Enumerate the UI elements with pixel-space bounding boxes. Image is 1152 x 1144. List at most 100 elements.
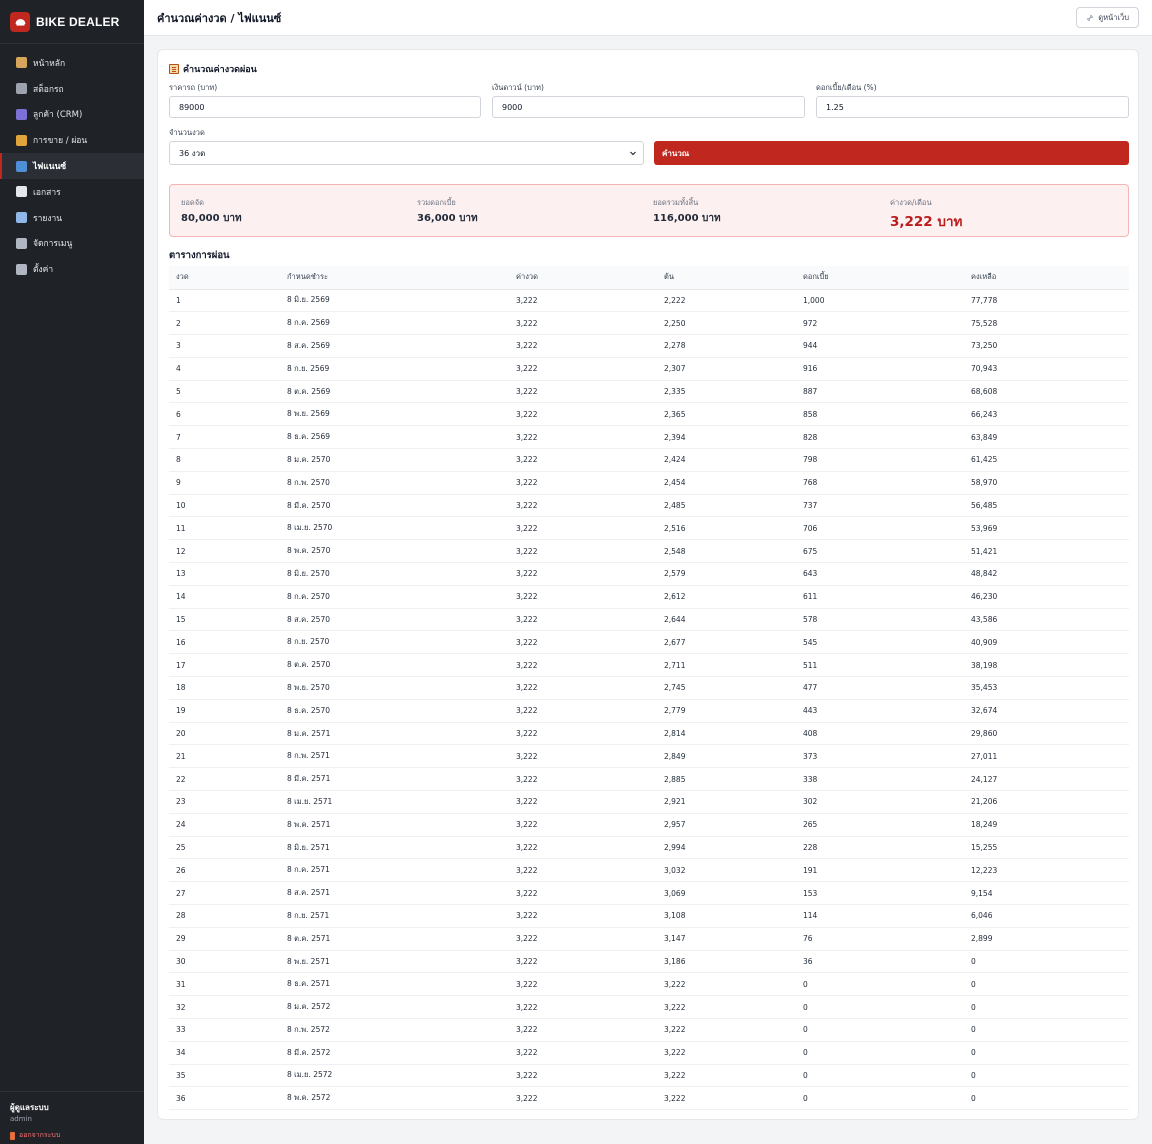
table-cell: 768 — [796, 471, 964, 495]
table-row: 23 8 เม.ย. 2571 3,222 2,921 302 21,206 — [169, 790, 1129, 814]
sidebar-item[interactable]: การขาย / ผ่อน — [0, 127, 144, 153]
table-cell: 9 — [169, 471, 280, 495]
table-cell: 75,528 — [964, 311, 1129, 336]
table-cell: 3,222 — [509, 608, 657, 632]
motorcycle-icon — [16, 83, 27, 95]
sidebar-item-label: การขาย / ผ่อน — [33, 136, 88, 147]
sidebar-item-label: จัดการเมนู — [33, 239, 73, 250]
interest-rate-value: 1.25 — [826, 102, 844, 112]
table-row: 18 8 พ.ย. 2570 3,222 2,745 477 35,453 — [169, 676, 1129, 700]
document-icon — [16, 186, 27, 198]
table-cell: 408 — [796, 722, 964, 746]
table-cell: 2,899 — [964, 927, 1129, 951]
brand[interactable]: BIKE DEALER — [0, 0, 144, 44]
down-payment-input[interactable]: 9000 — [492, 96, 805, 118]
sidebar-item[interactable]: ไฟแนนซ์ — [0, 153, 144, 179]
table-cell: 8 พ.ค. 2571 — [280, 813, 509, 837]
table-cell: 3,222 — [509, 881, 657, 906]
table-cell: 0 — [796, 972, 964, 997]
gear-icon — [16, 263, 27, 275]
table-cell: 3,222 — [509, 1041, 657, 1065]
calculate-button[interactable]: คำนวณ — [654, 141, 1129, 165]
table-cell: 3,222 — [509, 289, 657, 313]
link-icon — [1087, 14, 1093, 21]
table-cell: 2,711 — [657, 653, 796, 678]
table-row: 15 8 ส.ค. 2570 3,222 2,644 578 43,586 — [169, 608, 1129, 632]
table-cell: 3,222 — [509, 1018, 657, 1042]
table-row: 13 8 มิ.ย. 2570 3,222 2,579 643 48,842 — [169, 562, 1129, 586]
table-cell: 8 พ.ย. 2570 — [280, 676, 509, 700]
sidebar-item[interactable]: จัดการเมนู — [0, 231, 144, 257]
table-cell: 77,778 — [964, 289, 1129, 313]
table-cell: 35 — [169, 1064, 280, 1088]
table-row: 31 8 ธ.ค. 2571 3,222 3,222 0 0 — [169, 972, 1129, 997]
sidebar-item[interactable]: รายงาน — [0, 205, 144, 231]
table-cell: 8 ก.ค. 2571 — [280, 858, 509, 883]
sidebar-item-label: ตั้งค่า — [33, 265, 54, 276]
logout-icon — [10, 1131, 15, 1140]
table-cell: 2,307 — [657, 357, 796, 381]
table-cell: 3,222 — [509, 402, 657, 427]
table-cell: 3,222 — [509, 516, 657, 541]
table-cell: 3,222 — [509, 471, 657, 495]
table-row: 12 8 พ.ค. 2570 3,222 2,548 675 51,421 — [169, 539, 1129, 564]
sidebar-item-label: ลูกค้า (CRM) — [33, 110, 83, 121]
price-input[interactable]: 89000 — [169, 96, 481, 118]
table-row: 27 8 ส.ค. 2571 3,222 3,069 153 9,154 — [169, 881, 1129, 906]
interest-label: รวมดอกเบี้ย — [417, 198, 456, 207]
table-cell: 2,745 — [657, 676, 796, 700]
table-cell: 27 — [169, 881, 280, 906]
table-cell: 76 — [796, 927, 964, 951]
view-website-button[interactable]: ดูหน้าเว็บ — [1076, 7, 1139, 28]
table-cell: 0 — [964, 1086, 1129, 1111]
table-cell: 2,921 — [657, 790, 796, 814]
down-payment-label: เงินดาวน์ (บาท) — [492, 83, 544, 92]
table-cell: 8 ก.ค. 2569 — [280, 311, 509, 336]
table-cell: 8 มี.ค. 2572 — [280, 1041, 509, 1065]
table-row: 10 8 มี.ค. 2570 3,222 2,485 737 56,485 — [169, 494, 1129, 518]
table-row: 21 8 ก.พ. 2571 3,222 2,849 373 27,011 — [169, 744, 1129, 769]
motorcycle-logo-icon — [10, 11, 30, 32]
table-cell: 8 ธ.ค. 2571 — [280, 972, 509, 997]
logout-link[interactable]: ออกจากระบบ — [10, 1130, 134, 1141]
sidebar-item-label: ไฟแนนซ์ — [33, 162, 67, 173]
table-row: 38 ส.ค. 2569 3,222 2,278 944 73,250 — [169, 334, 1129, 358]
table-row: 36 8 พ.ค. 2572 3,222 3,222 0 0 — [169, 1086, 1129, 1111]
table-cell: 887 — [796, 380, 964, 404]
table-row: 26 8 ก.ค. 2571 3,222 3,032 191 12,223 — [169, 858, 1129, 883]
interest-rate-input[interactable]: 1.25 — [816, 96, 1129, 118]
table-row: 14 8 ก.ค. 2570 3,222 2,612 611 46,230 — [169, 585, 1129, 609]
table-row: 18 มิ.ย. 2569 3,222 2,222 1,000 77,778 — [169, 289, 1129, 313]
table-cell: 0 — [964, 950, 1129, 974]
table-cell: 2,222 — [657, 289, 796, 313]
table-cell: 3,222 — [509, 790, 657, 814]
table-cell: 8 ก.ย. 2571 — [280, 904, 509, 928]
logout-label: ออกจากระบบ — [19, 1131, 61, 1139]
sidebar-item[interactable]: เอกสาร — [0, 179, 144, 205]
term-select[interactable]: 36 งวด — [169, 141, 644, 165]
table-cell: 0 — [796, 1086, 964, 1111]
sidebar-item[interactable]: ลูกค้า (CRM) — [0, 102, 144, 128]
table-cell: 8 ก.พ. 2572 — [280, 1018, 509, 1042]
table-cell: 8 ก.พ. 2571 — [280, 744, 509, 769]
table-row: 11 8 เม.ย. 2570 3,222 2,516 706 53,969 — [169, 516, 1129, 541]
sidebar-item[interactable]: หน้าหลัก — [0, 50, 144, 76]
table-row: 25 8 มิ.ย. 2571 3,222 2,994 228 15,255 — [169, 836, 1129, 860]
table-row: 20 8 ม.ค. 2571 3,222 2,814 408 29,860 — [169, 722, 1129, 746]
table-cell: 58,970 — [964, 471, 1129, 495]
table-cell: 2,612 — [657, 585, 796, 609]
sidebar-item[interactable]: ตั้งค่า — [0, 256, 144, 282]
table-cell: 33 — [169, 1018, 280, 1042]
table-cell: 972 — [796, 311, 964, 336]
total-interest: รวมดอกเบี้ย 36,000 บาท — [417, 197, 478, 226]
monthly-payment: ค่างวด/เดือน 3,222 บาท — [890, 197, 962, 232]
table-cell: 2,424 — [657, 448, 796, 472]
table-cell: 828 — [796, 425, 964, 450]
table-cell: 3,222 — [509, 813, 657, 837]
monthly-value: 3,222 บาท — [890, 214, 963, 230]
line-chart-icon — [16, 212, 27, 224]
table-cell: 8 ต.ค. 2570 — [280, 653, 509, 678]
table-cell: 66,243 — [964, 402, 1129, 427]
table-cell: 3,222 — [509, 357, 657, 381]
sidebar-item[interactable]: สต็อกรถ — [0, 76, 144, 102]
